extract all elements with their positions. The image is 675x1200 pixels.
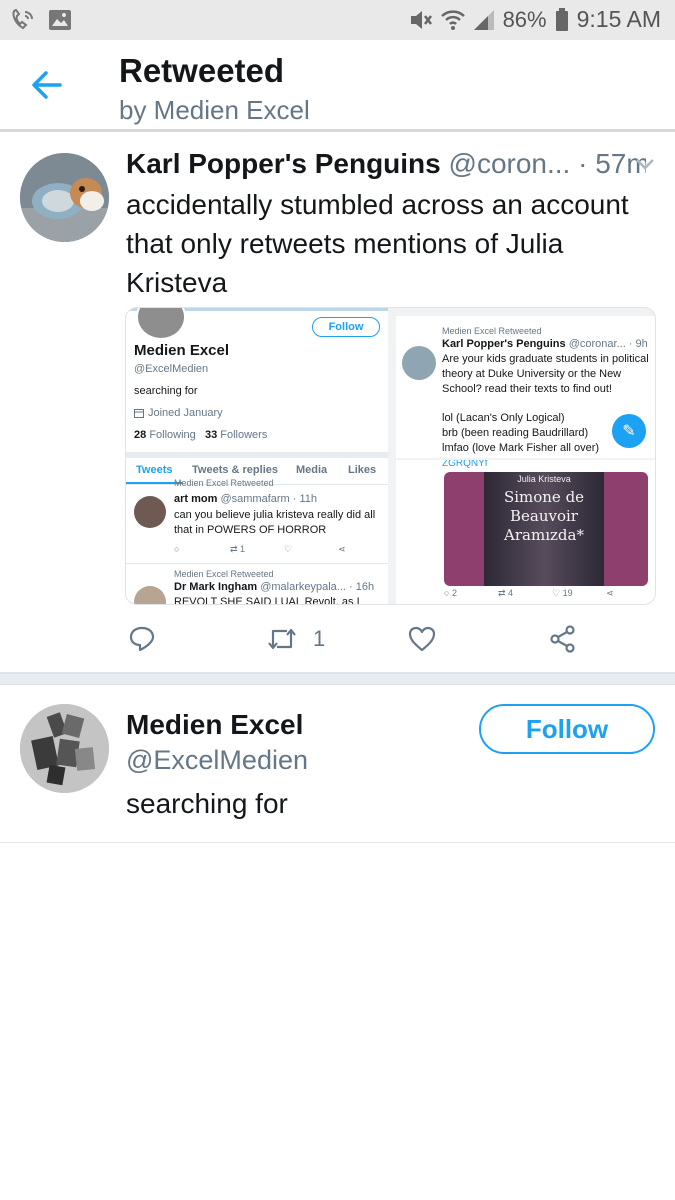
media-avatar (136, 308, 186, 340)
media-rt1-name: art mom (174, 493, 218, 505)
media-rt1-avatar (134, 496, 166, 528)
media-rt1-head: art mom @sammafarm · 11h (174, 493, 317, 505)
section-divider (0, 673, 675, 685)
media-profile-panel: Follow Medien Excel @ExcelMedien searchi… (126, 308, 388, 604)
media-right-name: Karl Popper's Penguins (442, 338, 566, 350)
tweet-author-name[interactable]: Karl Popper's Penguins (126, 148, 441, 179)
media-right-rt-label: Medien Excel Retweeted (442, 326, 542, 336)
like-button[interactable] (408, 621, 436, 657)
media-rt2-handle: @malarkeypala... · 16h (260, 581, 375, 593)
media-profile-handle: @ExcelMedien (134, 363, 209, 375)
media-right-line1: lol (Lacan's Only Logical) (442, 412, 565, 424)
tweet-header: Karl Popper's Penguins @coron... · 57m (126, 148, 646, 180)
media-rt1-retweets: 1 (240, 544, 246, 554)
media-book-panel: ZGRQNYf Julia Kristeva Simone de Beauvoi… (396, 460, 655, 604)
book-title: Simone de Beauvoir Aramızda* (503, 488, 585, 544)
share-icon (550, 625, 575, 653)
book-author: Julia Kristeva (517, 474, 571, 484)
media-rt2-name: Dr Mark Ingham (174, 581, 258, 593)
media-tab-media: Media (296, 464, 328, 476)
wifi-call-icon (12, 8, 33, 30)
battery-icon (555, 7, 568, 31)
back-arrow-icon[interactable] (28, 66, 66, 104)
page-title: Retweeted (119, 52, 285, 89)
retweet-count: 1 (313, 626, 326, 651)
battery-percent: 86% (502, 6, 547, 32)
retweet-icon (268, 628, 296, 650)
media-rt2-avatar (134, 586, 166, 604)
media-rt-label-1: Medien Excel Retweeted (174, 478, 274, 488)
media-rt-label-2: Medien Excel Retweeted (174, 569, 274, 579)
heart-icon (408, 626, 436, 652)
media-tweet-panel: Medien Excel Retweeted Karl Popper's Pen… (396, 316, 655, 458)
book-cover-image: Julia Kristeva Simone de Beauvoir Aramız… (444, 472, 648, 586)
image-icon (49, 10, 71, 30)
media-book-replies: 2 (451, 588, 457, 598)
avatar[interactable] (20, 704, 109, 793)
media-right-line2: brb (been reading Baudrillard) (442, 427, 589, 439)
media-follow-button: Follow (312, 317, 380, 337)
page-header: Retweeted by Medien Excel (0, 40, 675, 132)
media-rt2-text: REVOLT SHE SAID I UAL Revolt, as I (174, 596, 360, 604)
reply-button[interactable] (128, 621, 156, 657)
media-profile-name: Medien Excel (134, 342, 230, 359)
media-followers-count: 33 (204, 429, 218, 441)
reply-icon (129, 626, 155, 652)
media-tab-replies: Tweets & replies (192, 464, 278, 476)
user-handle[interactable]: @ExcelMedien (126, 745, 308, 776)
signal-icon (473, 9, 494, 30)
follow-button[interactable]: Follow (479, 704, 655, 754)
media-tab-tweets: Tweets (136, 464, 173, 476)
tweet[interactable]: Karl Popper's Penguins @coron... · 57m a… (0, 135, 675, 673)
media-right-avatar (402, 346, 436, 380)
page-subtitle: by Medien Excel (119, 95, 310, 125)
media-joined: Joined January (134, 407, 223, 419)
wifi-icon (440, 9, 465, 30)
media-right-code: ZGRQNYf (442, 460, 488, 469)
media-joined-text: Joined January (148, 407, 223, 419)
media-rt2-head: Dr Mark Ingham @malarkeypala... · 16h (174, 581, 374, 593)
user-name[interactable]: Medien Excel (126, 709, 303, 741)
media-followers-label: Followers (220, 429, 268, 441)
retweet-button[interactable]: 1 (265, 621, 325, 657)
media-following-label: Following (149, 429, 196, 441)
tweet-text: accidentally stumbled across an account … (126, 189, 629, 298)
clock: 9:15 AM (576, 6, 661, 32)
status-bar: 86% 9:15 AM (0, 0, 675, 40)
media-follow-counts: 28 Following 33 Followers (134, 429, 267, 441)
tweet-actions: 1 (0, 621, 675, 661)
media-rt1-handle: @sammafarm · 11h (220, 493, 318, 505)
media-book-likes: 19 (562, 588, 573, 598)
mute-icon (410, 10, 432, 29)
chevron-down-icon[interactable] (635, 157, 655, 171)
avatar[interactable] (20, 153, 109, 242)
media-right-handle: @coronar... · 9h (568, 338, 648, 350)
user-card[interactable]: Medien Excel @ExcelMedien searching for … (0, 685, 675, 843)
media-compose-icon: ✎ (612, 414, 646, 448)
media-following-count: 28 (134, 429, 147, 441)
media-profile-bio: searching for (134, 385, 198, 397)
media-right-head: Karl Popper's Penguins @coronar... · 9h (442, 338, 648, 350)
tweet-author-handle[interactable]: @coron... (449, 148, 571, 179)
user-bio: searching for (126, 788, 288, 819)
media-right-text: Are your kids graduate students in polit… (442, 353, 649, 395)
share-button[interactable] (549, 621, 577, 657)
media-book-retweets: 4 (508, 588, 514, 598)
media-rt1-text: can you believe julia kristeva really di… (174, 509, 376, 536)
media-tab-likes: Likes (348, 464, 377, 476)
calendar-icon (134, 409, 144, 418)
media-right-line3: lmfao (love Mark Fisher all over) (442, 442, 600, 454)
tweet-media-image[interactable]: Follow Medien Excel @ExcelMedien searchi… (125, 307, 656, 605)
